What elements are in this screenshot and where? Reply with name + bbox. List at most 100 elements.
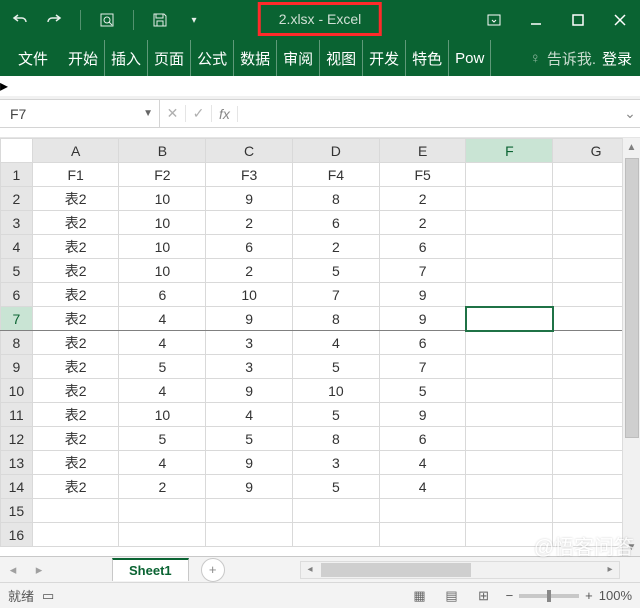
tab-review[interactable]: 审阅 — [277, 40, 320, 76]
ribbon-collapsed-arrow[interactable]: ▸ — [0, 76, 640, 96]
cell-A10[interactable]: 表2 — [32, 379, 119, 403]
cell-C6[interactable]: 10 — [206, 283, 293, 307]
tab-special[interactable]: 特色 — [406, 40, 449, 76]
cell-C16[interactable] — [206, 523, 293, 547]
cell-A4[interactable]: 表2 — [32, 235, 119, 259]
cell-D5[interactable]: 5 — [292, 259, 379, 283]
row-header-10[interactable]: 10 — [1, 379, 33, 403]
minimize-icon[interactable] — [524, 8, 548, 32]
cell-A13[interactable]: 表2 — [32, 451, 119, 475]
cell-F10[interactable] — [466, 379, 553, 403]
cell-F9[interactable] — [466, 355, 553, 379]
close-icon[interactable] — [608, 8, 632, 32]
zoom-slider[interactable] — [519, 594, 579, 598]
cell-C14[interactable]: 9 — [206, 475, 293, 499]
scroll-left-icon[interactable]: ◂ — [301, 564, 319, 575]
tab-data[interactable]: 数据 — [234, 40, 277, 76]
cell-F13[interactable] — [466, 451, 553, 475]
cell-E3[interactable]: 2 — [379, 211, 466, 235]
row-header-3[interactable]: 3 — [1, 211, 33, 235]
hscroll-thumb[interactable] — [321, 563, 471, 577]
tab-view[interactable]: 视图 — [320, 40, 363, 76]
row-header-2[interactable]: 2 — [1, 187, 33, 211]
cell-C11[interactable]: 4 — [206, 403, 293, 427]
row-header-8[interactable]: 8 — [1, 331, 33, 355]
cell-B15[interactable] — [119, 499, 206, 523]
view-pagebreak-icon[interactable]: ⊞ — [474, 588, 494, 604]
col-header-D[interactable]: D — [292, 139, 379, 163]
cell-D16[interactable] — [292, 523, 379, 547]
cell-D14[interactable]: 5 — [292, 475, 379, 499]
col-header-A[interactable]: A — [32, 139, 119, 163]
row-header-9[interactable]: 9 — [1, 355, 33, 379]
row-header-13[interactable]: 13 — [1, 451, 33, 475]
cell-E14[interactable]: 4 — [379, 475, 466, 499]
tellme-icon[interactable]: ♀ — [530, 50, 541, 67]
cell-F12[interactable] — [466, 427, 553, 451]
row-header-16[interactable]: 16 — [1, 523, 33, 547]
cell-B14[interactable]: 2 — [119, 475, 206, 499]
row-header-4[interactable]: 4 — [1, 235, 33, 259]
zoom-in-icon[interactable]: + — [585, 588, 593, 603]
scroll-up-icon[interactable]: ▲ — [623, 138, 640, 156]
cell-A15[interactable] — [32, 499, 119, 523]
cell-E13[interactable]: 4 — [379, 451, 466, 475]
col-header-B[interactable]: B — [119, 139, 206, 163]
cell-E2[interactable]: 2 — [379, 187, 466, 211]
cell-B6[interactable]: 6 — [119, 283, 206, 307]
redo-icon[interactable] — [42, 8, 66, 32]
cell-A5[interactable]: 表2 — [32, 259, 119, 283]
cell-C2[interactable]: 9 — [206, 187, 293, 211]
ribbon-options-icon[interactable] — [482, 8, 506, 32]
tab-developer[interactable]: 开发 — [363, 40, 406, 76]
cell-A7[interactable]: 表2 — [32, 307, 119, 331]
view-pagelayout-icon[interactable]: ▤ — [442, 588, 462, 604]
cell-B16[interactable] — [119, 523, 206, 547]
login-link[interactable]: 登录 — [602, 48, 632, 69]
cell-C7[interactable]: 9 — [206, 307, 293, 331]
scroll-right-icon[interactable]: ▸ — [601, 564, 619, 575]
row-header-14[interactable]: 14 — [1, 475, 33, 499]
cell-A14[interactable]: 表2 — [32, 475, 119, 499]
cell-E12[interactable]: 6 — [379, 427, 466, 451]
tab-home[interactable]: 开始 — [62, 40, 105, 76]
cell-E9[interactable]: 7 — [379, 355, 466, 379]
preview-icon[interactable] — [95, 8, 119, 32]
cell-D3[interactable]: 6 — [292, 211, 379, 235]
cell-F6[interactable] — [466, 283, 553, 307]
cell-D4[interactable]: 2 — [292, 235, 379, 259]
row-header-5[interactable]: 5 — [1, 259, 33, 283]
cell-B5[interactable]: 10 — [119, 259, 206, 283]
cell-F7[interactable] — [466, 307, 553, 331]
qat-customize-icon[interactable]: ▾ — [182, 8, 206, 32]
macro-record-icon[interactable]: ▭ — [42, 588, 54, 604]
cell-C10[interactable]: 9 — [206, 379, 293, 403]
cell-D2[interactable]: 8 — [292, 187, 379, 211]
namebox-dropdown-icon[interactable]: ▼ — [143, 108, 153, 119]
add-sheet-button[interactable]: + — [201, 558, 225, 582]
cell-A2[interactable]: 表2 — [32, 187, 119, 211]
cell-B4[interactable]: 10 — [119, 235, 206, 259]
cell-E1[interactable]: F5 — [379, 163, 466, 187]
cell-D10[interactable]: 10 — [292, 379, 379, 403]
cell-E11[interactable]: 9 — [379, 403, 466, 427]
col-header-E[interactable]: E — [379, 139, 466, 163]
cell-C9[interactable]: 3 — [206, 355, 293, 379]
cell-E10[interactable]: 5 — [379, 379, 466, 403]
cell-C12[interactable]: 5 — [206, 427, 293, 451]
tab-formulas[interactable]: 公式 — [191, 40, 234, 76]
cell-B9[interactable]: 5 — [119, 355, 206, 379]
insert-function-icon[interactable]: fx — [212, 106, 238, 122]
cell-A11[interactable]: 表2 — [32, 403, 119, 427]
cell-A1[interactable]: F1 — [32, 163, 119, 187]
cell-D13[interactable]: 3 — [292, 451, 379, 475]
row-header-7[interactable]: 7 — [1, 307, 33, 331]
cell-B13[interactable]: 4 — [119, 451, 206, 475]
cell-F8[interactable] — [466, 331, 553, 355]
cell-B1[interactable]: F2 — [119, 163, 206, 187]
scroll-thumb[interactable] — [625, 158, 639, 438]
view-normal-icon[interactable]: ▦ — [410, 588, 430, 604]
horizontal-scrollbar[interactable]: ◂ ▸ — [300, 561, 620, 579]
worksheet-area[interactable]: ABCDEFG1F1F2F3F4F52表2109823表2102624表2106… — [0, 138, 640, 556]
sheet-nav-prev-icon[interactable]: ◂ — [0, 562, 26, 578]
